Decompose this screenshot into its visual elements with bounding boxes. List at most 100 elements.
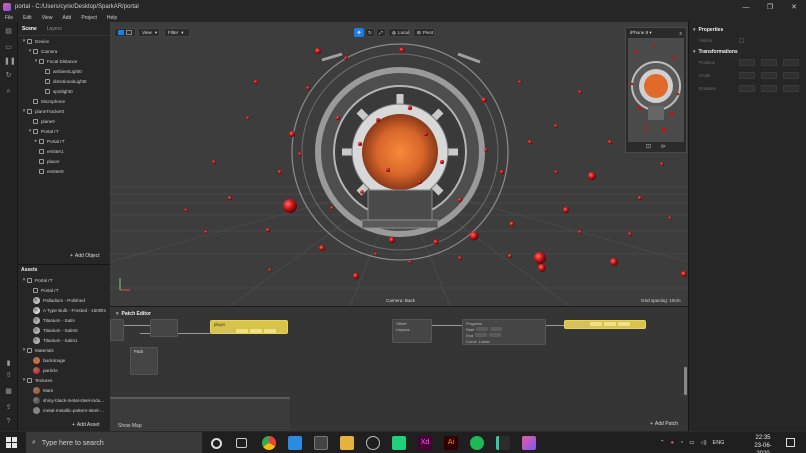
refresh-icon[interactable]: ↻ xyxy=(4,72,13,80)
show-map-label[interactable]: Show Map xyxy=(118,423,142,429)
help-icon[interactable]: ? xyxy=(4,418,13,426)
layout-toggle[interactable] xyxy=(114,28,136,37)
scene_panel-item[interactable]: placer xyxy=(18,156,110,166)
camera-icon[interactable]: ▭ xyxy=(4,44,13,52)
unity-icon[interactable] xyxy=(366,436,380,450)
assets_panel-item[interactable]: particle xyxy=(18,365,110,375)
visible-checkbox[interactable] xyxy=(739,38,744,43)
maximize-button[interactable]: ❐ xyxy=(758,0,782,14)
assets_panel-item[interactable]: ▾ Textures xyxy=(18,375,110,385)
player-node[interactable]: player 3D Position xyxy=(210,320,288,334)
chevron-up-icon[interactable]: ⌃ xyxy=(660,440,665,446)
scene_panel-item[interactable]: spotlight0 xyxy=(18,86,110,96)
app-icon[interactable] xyxy=(496,436,510,450)
scale-x-field[interactable] xyxy=(739,72,755,79)
battery-icon[interactable]: ▭ xyxy=(689,440,694,446)
value-field[interactable] xyxy=(264,329,277,333)
menu-view[interactable]: View xyxy=(37,15,58,21)
device-dropdown[interactable]: iPhone 8 ▾ xyxy=(630,30,652,36)
upload-icon[interactable]: ⇧ xyxy=(4,372,13,380)
rotation-y-field[interactable] xyxy=(761,85,777,92)
scene_panel-item[interactable]: directionalLight0 xyxy=(18,76,110,86)
value-field[interactable] xyxy=(604,322,617,326)
add-asset-button[interactable]: + Add Asset xyxy=(72,422,99,428)
notification-icon[interactable] xyxy=(786,438,795,447)
video-icon[interactable]: ⊳ xyxy=(661,143,666,150)
patch-scrollbar[interactable] xyxy=(684,367,687,395)
assets_panel-item[interactable]: Palladium - Polished xyxy=(18,295,110,305)
pycharm-icon[interactable] xyxy=(392,436,406,450)
adobe-xd-icon[interactable]: Xd xyxy=(418,436,432,450)
position-x-field[interactable] xyxy=(739,59,755,66)
simulator-preview[interactable]: iPhone 8 ▾ ≡ ⊡ ⊳ xyxy=(625,27,687,153)
value-field[interactable] xyxy=(475,333,488,337)
taskbar-clock[interactable]: 22:35 23-06-2020 xyxy=(748,434,778,453)
rotation-x-field[interactable] xyxy=(739,85,755,92)
assets_panel-item[interactable]: shiny-black-metal-steel-indu... xyxy=(18,395,110,405)
close-button[interactable]: ✕ xyxy=(782,0,806,14)
spark-ar-taskbar-icon[interactable] xyxy=(522,436,536,450)
scene_panel-item[interactable]: plane0 xyxy=(18,116,110,126)
rotate-tool-button[interactable]: ↻ xyxy=(365,28,375,37)
vscode-icon[interactable] xyxy=(288,436,302,450)
scene_panel-item[interactable]: emitter1 xyxy=(18,146,110,156)
filter-dropdown[interactable]: Filter ▾ xyxy=(164,28,190,37)
menu-add[interactable]: Add xyxy=(57,15,76,21)
scale-z-field[interactable] xyxy=(783,72,799,79)
transition-node[interactable]: Progress Start End Curve Linear xyxy=(462,319,546,345)
viewport[interactable]: View ▾ Filter ▾ ✥ ↻ ⤢ ◍ Local ⊞ Pivot Ca… xyxy=(110,22,688,306)
value-field[interactable] xyxy=(476,327,489,331)
scene_panel-item[interactable]: Microphone xyxy=(18,96,110,106)
move-tool-button[interactable]: ✥ xyxy=(354,28,364,37)
position-node[interactable]: 3D Position xyxy=(564,320,646,329)
assets_panel-item[interactable]: Mars xyxy=(18,385,110,395)
assets_panel-item[interactable]: backimage xyxy=(18,355,110,365)
scene_panel-item[interactable]: emitter0 xyxy=(18,166,110,176)
tab-layers[interactable]: Layers xyxy=(43,26,68,35)
screenshot-icon[interactable]: ⊡ xyxy=(646,143,651,150)
language-indicator[interactable]: ENG xyxy=(713,440,725,446)
assets_panel-item[interactable]: Portal rT xyxy=(18,285,110,295)
value-field[interactable] xyxy=(490,327,503,331)
assets_panel-item[interactable]: ▾ Materials xyxy=(18,345,110,355)
add-object-button[interactable]: + Add Object xyxy=(70,253,100,259)
value-field[interactable] xyxy=(236,329,249,333)
volume-icon[interactable]: ◁) xyxy=(700,440,706,446)
library-icon[interactable]: ▦ xyxy=(4,388,13,396)
assets_panel-item[interactable]: Titanium - Satin xyxy=(18,315,110,325)
tab-scene[interactable]: Scene xyxy=(18,26,43,35)
scene_panel-item[interactable]: ▾ Device xyxy=(18,36,110,46)
pause-icon[interactable]: ❚❚ xyxy=(4,58,16,66)
view-dropdown[interactable]: View ▾ xyxy=(138,28,160,37)
value-field[interactable] xyxy=(489,333,502,337)
assets_panel-item[interactable]: metal-metallic-pattern-steel-... xyxy=(18,405,110,415)
position-z-field[interactable] xyxy=(783,59,799,66)
assets_panel-item[interactable]: Titanium - Satin0 xyxy=(18,325,110,335)
menu-file[interactable]: File xyxy=(0,15,18,21)
illustrator-icon[interactable]: Ai xyxy=(444,436,458,450)
assets_panel-item[interactable]: A Type Bulb - Frosted - 1500lm xyxy=(18,305,110,315)
scene_panel-item[interactable]: ▾ Focal Distance xyxy=(18,56,110,66)
pack-node[interactable]: Pack xyxy=(130,347,158,375)
network-icon[interactable]: ◔ xyxy=(680,440,683,446)
sidebar-icon[interactable]: ▮ xyxy=(4,360,13,368)
offset-node[interactable]: Offset Unpack xyxy=(392,319,432,343)
tray-app-icon[interactable]: ● xyxy=(671,440,674,446)
scene_panel-item[interactable]: ambientLight0 xyxy=(18,66,110,76)
cortana-icon[interactable] xyxy=(211,438,222,449)
taskbar-search-box[interactable]: ⌕ Type here to search xyxy=(26,432,202,453)
menu-help[interactable]: Help xyxy=(102,15,122,21)
layout-icon[interactable]: ▤ xyxy=(4,28,13,36)
export-icon[interactable]: ⇪ xyxy=(4,404,13,412)
terminal-icon[interactable] xyxy=(314,436,328,450)
patch-node[interactable] xyxy=(110,319,124,341)
add-patch-button[interactable]: + Add Patch xyxy=(650,421,678,427)
patch-node[interactable] xyxy=(150,319,178,337)
position-y-field[interactable] xyxy=(761,59,777,66)
scale-y-field[interactable] xyxy=(761,72,777,79)
patch-editor[interactable]: ▾ Patch Editor Pack player 3D Position O… xyxy=(110,306,688,432)
scene_panel-item[interactable]: ▸ Portal rT xyxy=(18,136,110,146)
value-field[interactable] xyxy=(590,322,603,326)
windows-start-icon[interactable] xyxy=(6,437,17,448)
patch-minimap[interactable]: Show Map xyxy=(110,397,290,432)
